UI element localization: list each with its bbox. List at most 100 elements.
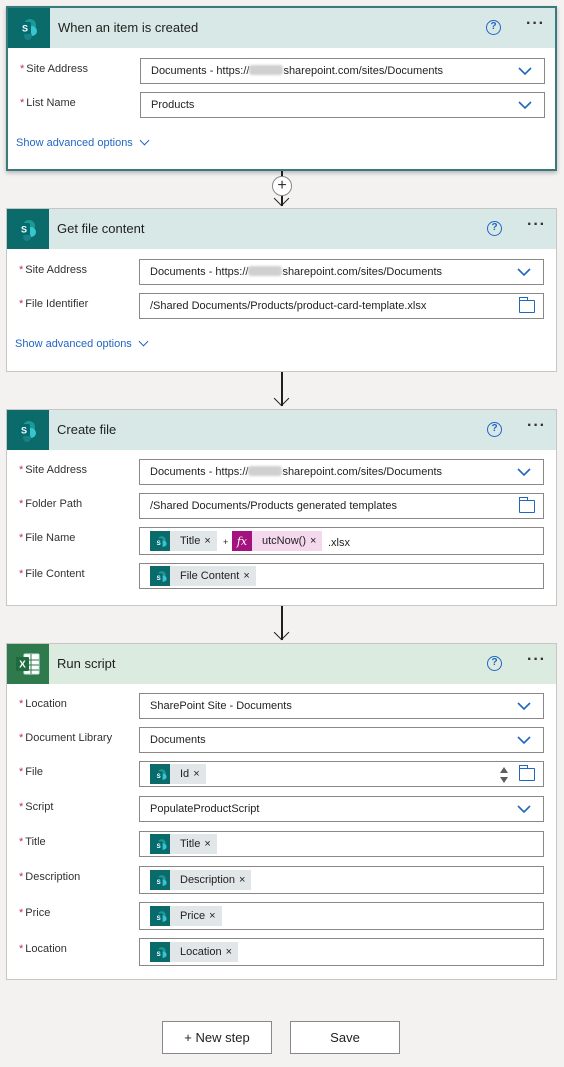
remove-token-icon[interactable]: × xyxy=(239,874,251,886)
trigger-card[interactable]: When an item is created ? ··· * Site Addr… xyxy=(6,6,557,171)
help-icon[interactable]: ? xyxy=(487,656,502,671)
list-name-dropdown[interactable]: Products xyxy=(140,92,545,118)
site-address-dropdown[interactable]: Documents - https://sharepoint.com/sites… xyxy=(140,58,545,84)
chevron-down-icon[interactable] xyxy=(518,98,532,112)
card-header[interactable]: When an item is created ? ··· xyxy=(8,8,555,48)
price-input[interactable]: Price × xyxy=(139,902,544,930)
site-address-dropdown[interactable]: Documents - https://sharepoint.com/sites… xyxy=(139,259,544,285)
field-label: * File Content xyxy=(19,568,85,580)
title-input[interactable]: Title × xyxy=(139,831,544,857)
field-row: * Site Address Documents - https://sharep… xyxy=(7,259,556,285)
get-file-content-card[interactable]: Get file content ? ··· * Site Address Doc… xyxy=(6,208,557,372)
field-label: * Site Address xyxy=(20,63,89,75)
field-row: * List Name Products xyxy=(8,92,555,118)
remove-token-icon[interactable]: × xyxy=(243,570,255,582)
more-options-icon[interactable]: ··· xyxy=(527,216,546,234)
dynamic-content-token[interactable]: Id × xyxy=(150,764,206,784)
sharepoint-icon xyxy=(8,8,50,48)
chevron-down-icon[interactable] xyxy=(517,802,531,816)
card-title[interactable]: Run script xyxy=(57,656,116,671)
card-title[interactable]: When an item is created xyxy=(58,20,198,35)
dynamic-content-token[interactable]: Price × xyxy=(150,906,222,926)
remove-token-icon[interactable]: × xyxy=(310,535,322,547)
extension-text: .xlsx xyxy=(328,537,350,549)
show-advanced-options-link[interactable]: Show advanced options xyxy=(16,135,150,149)
sharepoint-icon xyxy=(150,834,170,854)
card-title[interactable]: Get file content xyxy=(57,221,144,236)
site-address-dropdown[interactable]: Documents - https://sharepoint.com/sites… xyxy=(139,459,544,485)
field-row: * Title Title × xyxy=(7,831,556,857)
field-row: * File Name Title × + fx utcNow() × .xlsx xyxy=(7,527,556,555)
field-row: * Location Location × xyxy=(7,938,556,966)
location-dropdown[interactable]: SharePoint Site - Documents xyxy=(139,693,544,719)
expression-icon: fx xyxy=(232,531,252,551)
chevron-down-icon xyxy=(139,135,150,146)
field-label: * List Name xyxy=(20,97,76,109)
field-label: * Location xyxy=(19,698,67,710)
chevron-down-icon[interactable] xyxy=(517,265,531,279)
file-input[interactable]: Id × xyxy=(139,761,544,787)
help-icon[interactable]: ? xyxy=(487,221,502,236)
create-file-card[interactable]: Create file ? ··· * Site Address Document… xyxy=(6,409,557,606)
help-icon[interactable]: ? xyxy=(487,422,502,437)
field-row: * File Id × xyxy=(7,761,556,787)
card-header[interactable]: Create file ? ··· xyxy=(7,410,556,450)
card-title[interactable]: Create file xyxy=(57,422,116,437)
card-header[interactable]: Get file content ? ··· xyxy=(7,209,556,249)
description-input[interactable]: Description × xyxy=(139,866,544,894)
folder-icon[interactable] xyxy=(518,765,535,781)
field-label: * Script xyxy=(19,801,54,813)
stepper-icon[interactable] xyxy=(499,764,509,786)
sharepoint-icon xyxy=(150,531,170,551)
sharepoint-icon xyxy=(150,942,170,962)
file-identifier-input[interactable]: /Shared Documents/Products/product-card-… xyxy=(139,293,544,319)
chevron-down-icon[interactable] xyxy=(517,465,531,479)
dynamic-content-token[interactable]: File Content × xyxy=(150,566,256,586)
dynamic-content-token[interactable]: Title × xyxy=(150,531,217,551)
new-step-button[interactable]: + New step xyxy=(162,1021,272,1054)
help-icon[interactable]: ? xyxy=(486,20,501,35)
more-options-icon[interactable]: ··· xyxy=(527,651,546,669)
document-library-dropdown[interactable]: Documents xyxy=(139,727,544,753)
more-options-icon[interactable]: ··· xyxy=(527,417,546,435)
dynamic-content-token[interactable]: Description × xyxy=(150,870,252,890)
more-options-icon[interactable]: ··· xyxy=(526,15,545,33)
field-row: * Location SharePoint Site - Documents xyxy=(7,693,556,719)
field-label: * File Identifier xyxy=(19,298,89,310)
remove-token-icon[interactable]: × xyxy=(204,535,216,547)
sharepoint-icon xyxy=(150,764,170,784)
chevron-down-icon xyxy=(138,336,149,347)
script-dropdown[interactable]: PopulateProductScript xyxy=(139,796,544,822)
field-row: * Document Library Documents xyxy=(7,727,556,753)
field-row: * File Identifier /Shared Documents/Produ… xyxy=(7,293,556,319)
sharepoint-icon xyxy=(7,410,49,450)
folder-path-input[interactable]: /Shared Documents/Products generated tem… xyxy=(139,493,544,519)
field-label: * Site Address xyxy=(19,264,88,276)
remove-token-icon[interactable]: × xyxy=(204,838,216,850)
location-input[interactable]: Location × xyxy=(139,938,544,966)
card-header[interactable]: X Run script ? ··· xyxy=(7,644,556,684)
expression-token[interactable]: fx utcNow() × xyxy=(232,531,323,551)
svg-text:X: X xyxy=(19,660,26,671)
chevron-down-icon[interactable] xyxy=(517,699,531,713)
file-content-input[interactable]: File Content × xyxy=(139,563,544,589)
remove-token-icon[interactable]: × xyxy=(193,768,205,780)
chevron-down-icon[interactable] xyxy=(517,733,531,747)
folder-icon[interactable] xyxy=(518,497,535,513)
folder-icon[interactable] xyxy=(518,297,535,313)
remove-token-icon[interactable]: × xyxy=(226,946,238,958)
remove-token-icon[interactable]: × xyxy=(209,910,221,922)
field-label: * Site Address xyxy=(19,464,88,476)
run-script-card[interactable]: X Run script ? ··· * Location SharePoint … xyxy=(6,643,557,980)
dynamic-content-token[interactable]: Title × xyxy=(150,834,217,854)
chevron-down-icon[interactable] xyxy=(518,64,532,78)
field-label: * Folder Path xyxy=(19,498,83,510)
show-advanced-options-link[interactable]: Show advanced options xyxy=(15,336,149,350)
field-label: * Price xyxy=(19,907,51,919)
save-button[interactable]: Save xyxy=(290,1021,400,1054)
field-row: * File Content File Content × xyxy=(7,563,556,589)
field-row: * Site Address Documents - https://sharep… xyxy=(7,459,556,485)
field-row: * Price Price × xyxy=(7,902,556,930)
file-name-input[interactable]: Title × + fx utcNow() × .xlsx xyxy=(139,527,544,555)
dynamic-content-token[interactable]: Location × xyxy=(150,942,239,962)
